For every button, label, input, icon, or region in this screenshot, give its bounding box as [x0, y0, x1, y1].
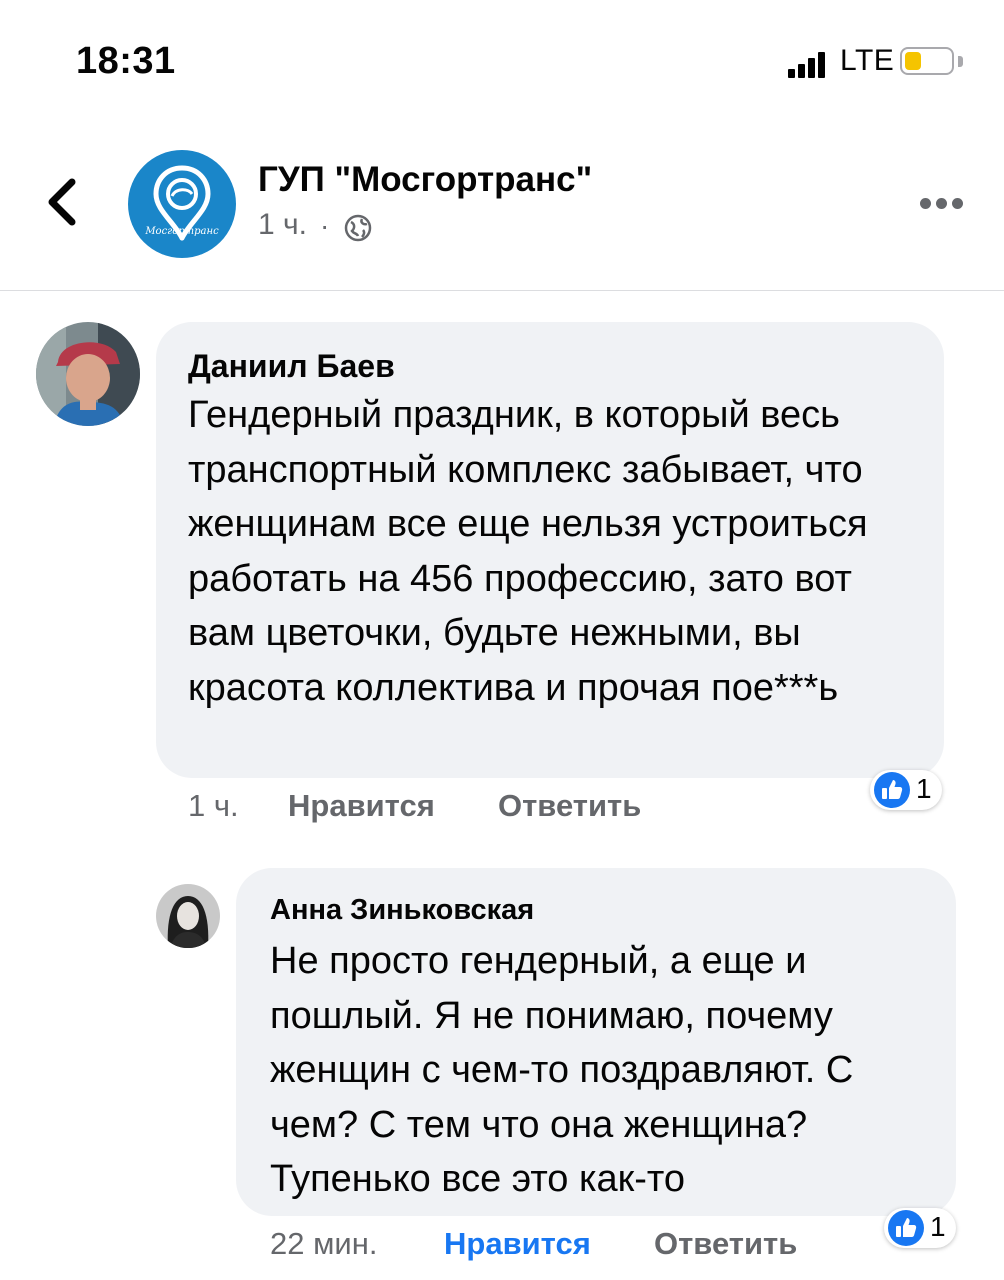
header-divider	[0, 290, 1004, 291]
battery-icon	[900, 47, 954, 75]
more-options-icon[interactable]	[918, 190, 964, 216]
back-button[interactable]	[40, 172, 90, 232]
comment-text: Не просто гендерный, а еще и пошлый. Я н…	[270, 940, 854, 1200]
page-name[interactable]: ГУП "Мосгортранс"	[258, 160, 592, 200]
avatar[interactable]	[36, 322, 140, 426]
avatar[interactable]	[156, 884, 220, 948]
chevron-left-icon	[48, 178, 76, 226]
meta-separator: ·	[320, 210, 330, 241]
comment-time[interactable]: 1 ч.	[188, 788, 239, 824]
reply-button[interactable]: Ответить	[498, 788, 641, 824]
comment-author[interactable]: Анна Зиньковская	[270, 894, 534, 927]
comment-time[interactable]: 22 мин.	[270, 1226, 377, 1262]
reaction-count: 1	[930, 1211, 946, 1242]
logo-text: Мосгортранс	[145, 226, 219, 237]
comment-bubble: Даниил Баев Гендерный праздник, в которы…	[156, 322, 944, 778]
mosgortrans-logo-icon	[153, 165, 211, 241]
reaction-summary[interactable]: 1	[884, 1208, 956, 1248]
reaction-count: 1	[916, 773, 932, 804]
comment-text: Гендерный праздник, в который весь транс…	[188, 394, 868, 709]
post-time[interactable]: 1 ч.	[258, 208, 307, 242]
battery-level-fill	[905, 52, 921, 70]
reaction-summary[interactable]: 1	[870, 770, 942, 810]
network-type: LTE	[840, 44, 895, 77]
comment-author[interactable]: Даниил Баев	[188, 348, 395, 385]
comment-bubble: Анна Зиньковская Не просто гендерный, а …	[236, 868, 956, 1216]
battery-cap	[958, 56, 963, 67]
thumbs-up-icon	[874, 772, 910, 808]
status-time: 18:31	[76, 40, 176, 82]
page-logo-avatar[interactable]: Мосгортранс	[128, 150, 236, 258]
reply-button[interactable]: Ответить	[654, 1226, 797, 1262]
thumbs-up-icon	[888, 1210, 924, 1246]
like-button[interactable]: Нравится	[444, 1226, 591, 1262]
globe-icon	[343, 213, 373, 243]
like-button[interactable]: Нравится	[288, 788, 435, 824]
signal-strength-icon	[788, 50, 834, 78]
